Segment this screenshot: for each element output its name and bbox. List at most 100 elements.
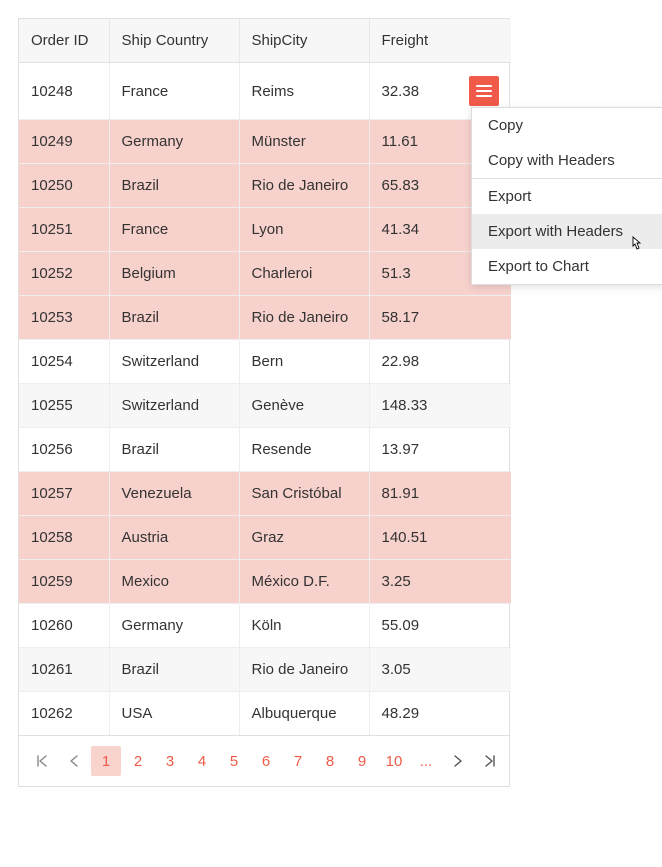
cell-freight: 81.91 (369, 472, 511, 516)
table-row[interactable]: 10256BrazilResende13.97 (19, 428, 511, 472)
table-row[interactable]: 10248FranceReims 32.38 (19, 63, 511, 120)
cell-freight: 140.51 (369, 516, 511, 560)
cell-ship-city: México D.F. (239, 560, 369, 604)
context-menu-item[interactable]: Export to Chart (472, 249, 662, 284)
context-menu-item[interactable]: Copy with Headers (472, 143, 662, 178)
cell-ship-city: Lyon (239, 208, 369, 252)
cell-ship-city: Rio de Janeiro (239, 648, 369, 692)
cell-order-id: 10261 (19, 648, 109, 692)
pager-first-button[interactable] (27, 746, 57, 776)
cell-freight: 13.97 (369, 428, 511, 472)
cell-ship-country: Belgium (109, 252, 239, 296)
cell-ship-country: Mexico (109, 560, 239, 604)
cell-order-id: 10256 (19, 428, 109, 472)
table-row[interactable]: 10254SwitzerlandBern22.98 (19, 340, 511, 384)
cell-ship-city: Albuquerque (239, 692, 369, 736)
context-menu: CopyCopy with HeadersExportExport with H… (471, 107, 662, 285)
table-row[interactable]: 10255SwitzerlandGenève148.33 (19, 384, 511, 428)
table-row[interactable]: 10262USAAlbuquerque48.29 (19, 692, 511, 736)
pager-page-button[interactable]: 9 (347, 746, 377, 776)
freight-value: 32.38 (382, 83, 420, 100)
cell-freight: 58.17 (369, 296, 511, 340)
cell-ship-country: Brazil (109, 648, 239, 692)
pager-page-button[interactable]: 7 (283, 746, 313, 776)
cell-order-id: 10252 (19, 252, 109, 296)
pager-prev-button[interactable] (59, 746, 89, 776)
orders-table: Order ID Ship Country ShipCity Freight 1… (19, 19, 511, 735)
pager-next-button[interactable] (443, 746, 473, 776)
pagination: 12345678910 ... (19, 735, 509, 786)
cell-ship-country: Venezuela (109, 472, 239, 516)
column-header-ship-city[interactable]: ShipCity (239, 19, 369, 63)
pager-page-button[interactable]: 5 (219, 746, 249, 776)
hamburger-icon (476, 84, 492, 98)
cell-order-id: 10249 (19, 120, 109, 164)
cell-order-id: 10251 (19, 208, 109, 252)
cell-ship-city: Graz (239, 516, 369, 560)
cell-order-id: 10255 (19, 384, 109, 428)
pager-page-button[interactable]: 10 (379, 746, 409, 776)
cell-ship-city: Resende (239, 428, 369, 472)
cell-ship-country: Austria (109, 516, 239, 560)
cell-order-id: 10254 (19, 340, 109, 384)
pager-page-button[interactable]: 2 (123, 746, 153, 776)
context-menu-item[interactable]: Copy (472, 108, 662, 143)
table-header-row: Order ID Ship Country ShipCity Freight (19, 19, 511, 63)
cell-ship-city: Charleroi (239, 252, 369, 296)
cell-ship-country: France (109, 208, 239, 252)
table-row[interactable]: 10261BrazilRio de Janeiro3.05 (19, 648, 511, 692)
pager-page-button[interactable]: 6 (251, 746, 281, 776)
column-header-freight[interactable]: Freight (369, 19, 511, 63)
cell-ship-city: San Cristóbal (239, 472, 369, 516)
cell-order-id: 10257 (19, 472, 109, 516)
pager-last-button[interactable] (475, 746, 505, 776)
cell-ship-country: Switzerland (109, 384, 239, 428)
context-menu-item[interactable]: Export (472, 179, 662, 214)
cell-ship-city: Rio de Janeiro (239, 164, 369, 208)
cell-ship-country: Switzerland (109, 340, 239, 384)
cell-freight: 3.05 (369, 648, 511, 692)
pager-page-button[interactable]: 8 (315, 746, 345, 776)
table-row[interactable]: 10257VenezuelaSan Cristóbal81.91 (19, 472, 511, 516)
table-row[interactable]: 10252BelgiumCharleroi51.3 (19, 252, 511, 296)
cell-freight: 48.29 (369, 692, 511, 736)
cell-freight: 148.33 (369, 384, 511, 428)
table-row[interactable]: 10251FranceLyon41.34 (19, 208, 511, 252)
table-row[interactable]: 10250BrazilRio de Janeiro65.83 (19, 164, 511, 208)
column-header-ship-country[interactable]: Ship Country (109, 19, 239, 63)
pager-page-button[interactable]: 4 (187, 746, 217, 776)
cell-ship-city: Reims (239, 63, 369, 120)
cell-order-id: 10248 (19, 63, 109, 120)
column-header-order-id[interactable]: Order ID (19, 19, 109, 63)
table-row[interactable]: 10259MexicoMéxico D.F.3.25 (19, 560, 511, 604)
table-row[interactable]: 10249GermanyMünster11.61 (19, 120, 511, 164)
cell-ship-country: Brazil (109, 428, 239, 472)
data-grid: Order ID Ship Country ShipCity Freight 1… (18, 18, 510, 787)
cell-freight: 55.09 (369, 604, 511, 648)
cell-order-id: 10260 (19, 604, 109, 648)
cell-ship-city: Bern (239, 340, 369, 384)
table-row[interactable]: 10258AustriaGraz140.51 (19, 516, 511, 560)
cell-order-id: 10250 (19, 164, 109, 208)
cell-ship-country: Germany (109, 120, 239, 164)
cell-ship-city: Köln (239, 604, 369, 648)
cell-order-id: 10259 (19, 560, 109, 604)
cell-freight: 3.25 (369, 560, 511, 604)
cell-ship-city: Rio de Janeiro (239, 296, 369, 340)
context-menu-item[interactable]: Export with Headers (472, 214, 662, 249)
cell-ship-city: Münster (239, 120, 369, 164)
cell-ship-country: Brazil (109, 296, 239, 340)
cell-ship-city: Genève (239, 384, 369, 428)
table-row[interactable]: 10253BrazilRio de Janeiro58.17 (19, 296, 511, 340)
cell-ship-country: France (109, 63, 239, 120)
cell-order-id: 10253 (19, 296, 109, 340)
pager-page-button[interactable]: 3 (155, 746, 185, 776)
cell-freight: 22.98 (369, 340, 511, 384)
cell-ship-country: Brazil (109, 164, 239, 208)
cell-ship-country: Germany (109, 604, 239, 648)
cell-ship-country: USA (109, 692, 239, 736)
pager-ellipsis[interactable]: ... (411, 746, 441, 776)
row-menu-button[interactable] (469, 76, 499, 106)
pager-page-button[interactable]: 1 (91, 746, 121, 776)
table-row[interactable]: 10260GermanyKöln55.09 (19, 604, 511, 648)
